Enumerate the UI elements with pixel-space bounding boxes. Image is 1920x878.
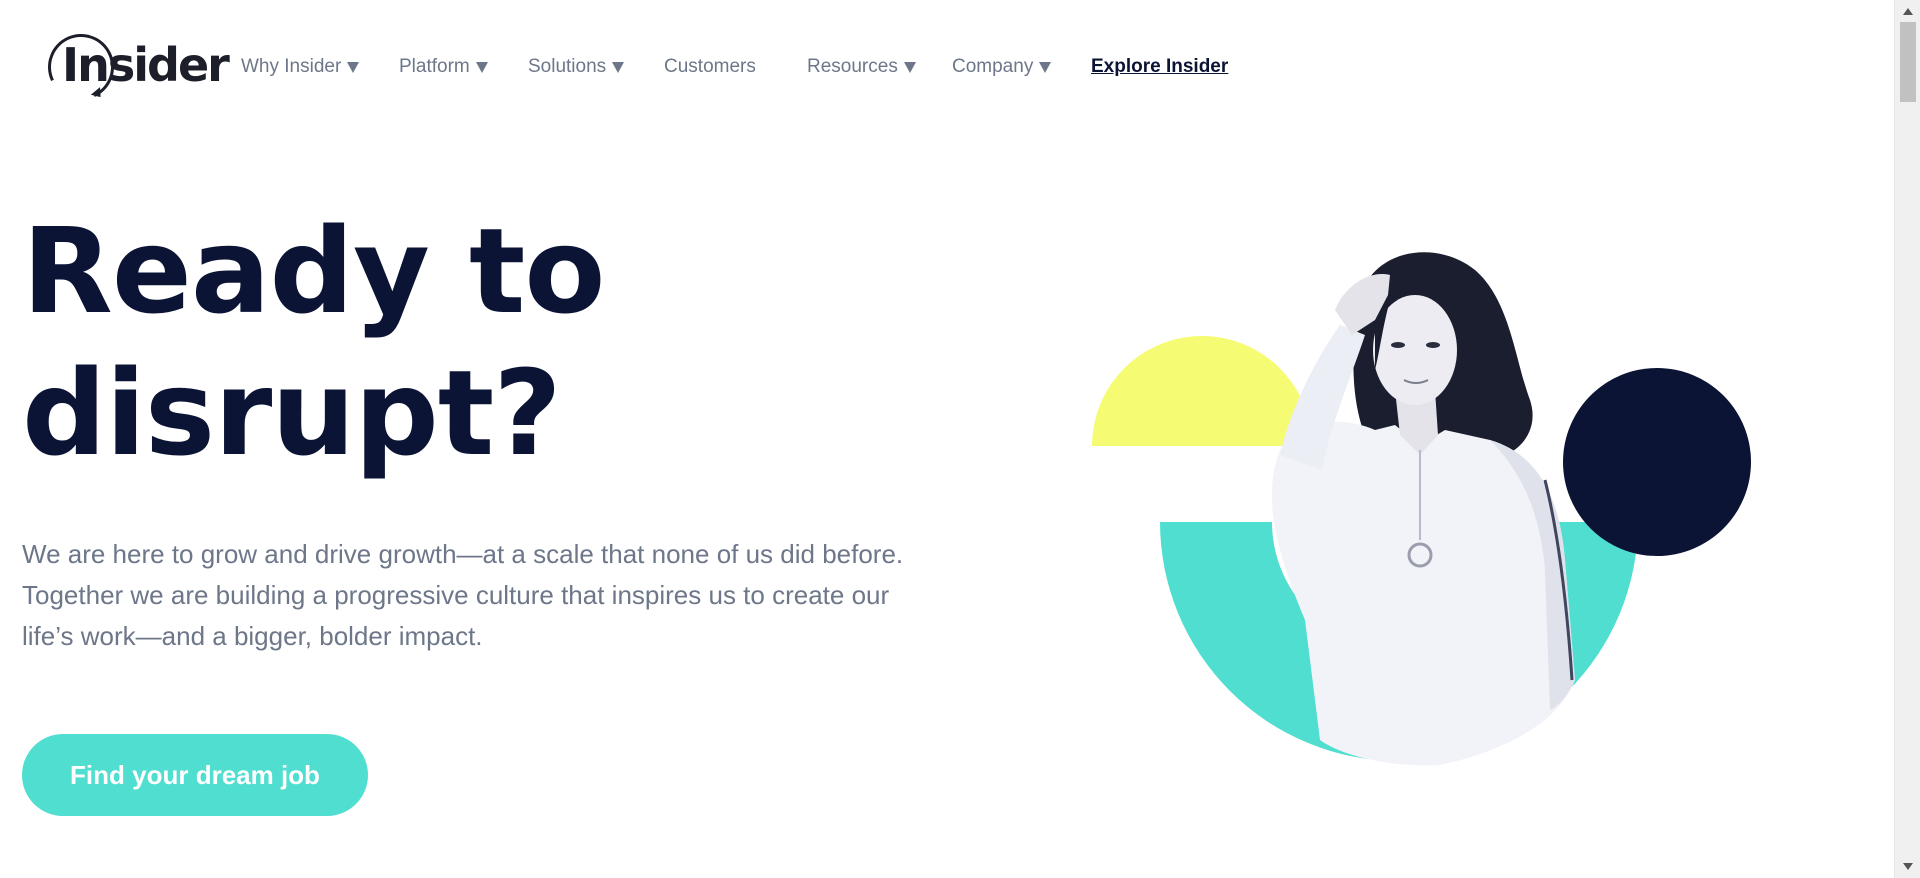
navy-circle [1563, 368, 1751, 556]
scroll-up-arrow-icon[interactable] [1903, 8, 1913, 15]
scroll-thumb[interactable] [1900, 22, 1916, 102]
nav-item-label: Customers [664, 56, 756, 77]
logo-text: Insider [62, 38, 230, 92]
hero-description: We are here to grow and drive growth—at … [22, 539, 904, 651]
nav-item-solutions[interactable]: Solutions [528, 52, 625, 82]
yellow-half-circle [1092, 336, 1312, 446]
nav-item-why-insider[interactable]: Why Insider [241, 52, 360, 82]
nav-item-platform[interactable]: Platform [399, 52, 488, 82]
caret-down-icon [475, 61, 488, 73]
nav-item-label: Solutions [528, 56, 607, 77]
explore-insider-link[interactable]: Explore Insider [1091, 52, 1228, 82]
nav-item-label: Why Insider [241, 56, 342, 77]
nav-item-label: Resources [807, 56, 898, 77]
hero-title-line-1: Ready to [22, 202, 605, 340]
caret-down-icon [1039, 61, 1052, 73]
insider-logo[interactable]: Insider [38, 24, 230, 110]
nav-item-resources[interactable]: Resources [807, 52, 916, 82]
page-scrollbar[interactable] [1894, 0, 1920, 878]
nav-item-label: Company [952, 56, 1034, 77]
saluting-woman-figure [1271, 252, 1575, 766]
hero-title: Ready to disrupt? [22, 200, 722, 484]
site-header: Insider Why Insider Platform Solutions C… [0, 0, 1894, 134]
caret-down-icon [347, 61, 360, 73]
caret-down-icon [903, 61, 916, 73]
scroll-down-arrow-icon[interactable] [1903, 863, 1913, 870]
caret-down-icon [612, 61, 625, 73]
hero-illustration [1092, 252, 1751, 766]
nav-item-company[interactable]: Company [952, 52, 1052, 82]
find-dream-job-button[interactable]: Find your dream job [22, 734, 368, 816]
hero-title-line-2: disrupt? [22, 344, 562, 482]
nav-item-label: Platform [399, 56, 470, 77]
nav-item-customers[interactable]: Customers [664, 52, 756, 82]
